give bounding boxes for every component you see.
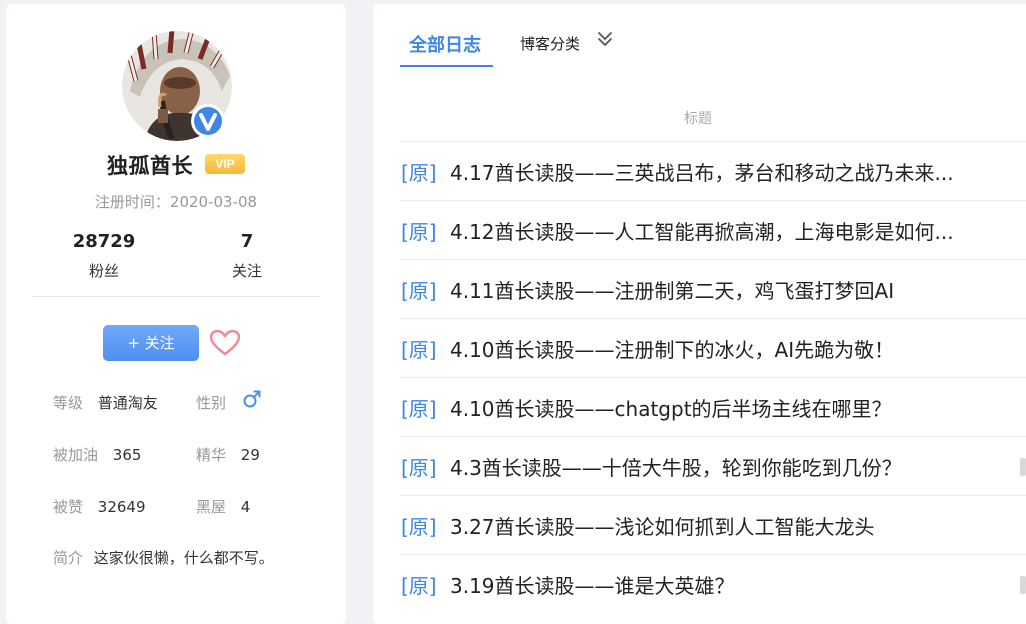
post-title-link[interactable]: 4.3酋长读股——十倍大牛股，轮到你能吃到几份？ — [450, 452, 995, 481]
level-value: 普通淘友 — [97, 394, 158, 412]
original-tag: [原] — [401, 161, 437, 185]
male-icon — [243, 390, 261, 408]
fans-stat[interactable]: 28729 粉丝 — [44, 231, 164, 281]
fans-label: 粉丝 — [88, 262, 119, 280]
verified-v-icon — [191, 104, 225, 138]
original-tag: [原] — [401, 220, 437, 244]
post-title-link[interactable]: 3.19酋长读股——谁是大英雄？ — [450, 570, 995, 599]
oil-value: 365 — [112, 446, 142, 464]
blog-list-panel: 全部日志 博客分类 标题 [原] 4.17酋长读股——三英战吕布，茅台和移动之战… — [373, 4, 1026, 624]
post-title-link[interactable]: 3.27酋长读股——浅论如何抓到人工智能大龙头 — [450, 511, 995, 540]
oil-key: 被加油 — [53, 446, 99, 464]
essence-value: 29 — [240, 446, 260, 464]
blackhouse-value: 4 — [240, 498, 251, 516]
post-row[interactable]: [原] 4.10酋长读股——chatgpt的后半场主线在哪里？ — [400, 377, 1026, 436]
blackhouse-row: 黑屋 4 — [196, 496, 250, 517]
oil-row: 被加油 365 — [53, 444, 141, 465]
gender-key: 性别 — [196, 394, 227, 412]
post-row[interactable]: [原] 4.3酋长读股——十倍大牛股，轮到你能吃到几份？ — [400, 436, 1026, 495]
post-title-link[interactable]: 4.12酋长读股——人工智能再掀高潮，上海电影是如何... — [450, 216, 995, 245]
original-tag: [原] — [401, 397, 437, 421]
profile-card: 独孤酋长 VIP 注册时间：2020-03-08 28729 粉丝 7 关注 +… — [6, 4, 346, 624]
post-list: [原] 4.17酋长读股——三英战吕布，茅台和移动之战乃未来... [原] 4.… — [400, 141, 1026, 613]
gender-row: 性别 — [196, 392, 226, 413]
column-header-title: 标题 — [684, 111, 712, 127]
tab-all-posts[interactable]: 全部日志 — [409, 31, 481, 57]
vip-badge: VIP — [205, 154, 245, 174]
intro-value: 这家伙很懒，什么都不写。 — [93, 549, 274, 567]
post-title-link[interactable]: 4.10酋长读股——chatgpt的后半场主线在哪里？ — [450, 393, 995, 422]
divider — [32, 296, 320, 297]
original-tag: [原] — [401, 279, 437, 303]
tab-active-underline — [400, 65, 493, 67]
original-tag: [原] — [401, 515, 437, 539]
scrollbar-mark[interactable] — [1020, 458, 1026, 476]
original-tag: [原] — [401, 338, 437, 362]
post-title-link[interactable]: 4.11酋长读股——注册制第二天，鸡飞蛋打梦回AI — [450, 275, 995, 304]
likes-key: 被赞 — [53, 498, 84, 516]
following-stat[interactable]: 7 关注 — [187, 231, 307, 281]
intro-row: 简介 这家伙很懒，什么都不写。 — [53, 547, 274, 568]
level-key: 等级 — [53, 394, 84, 412]
double-chevron-down-icon[interactable] — [597, 30, 613, 48]
blackhouse-key: 黑屋 — [196, 498, 227, 516]
avatar[interactable] — [122, 31, 232, 141]
original-tag: [原] — [401, 574, 437, 598]
post-row[interactable]: [原] 3.19酋长读股——谁是大英雄？ — [400, 554, 1026, 613]
follow-button[interactable]: + 关注 — [103, 325, 199, 361]
likes-value: 32649 — [97, 498, 146, 516]
intro-key: 简介 — [53, 549, 84, 567]
post-row[interactable]: [原] 4.17酋长读股——三英战吕布，茅台和移动之战乃未来... — [400, 141, 1026, 200]
post-title-link[interactable]: 4.17酋长读股——三英战吕布，茅台和移动之战乃未来... — [450, 157, 995, 186]
post-row[interactable]: [原] 4.10酋长读股——注册制下的冰火，AI先跪为敬！ — [400, 318, 1026, 377]
heart-icon[interactable] — [210, 330, 240, 356]
original-tag: [原] — [401, 456, 437, 480]
registration-time: 注册时间：2020-03-08 — [94, 193, 258, 211]
essence-row: 精华 29 — [196, 444, 260, 465]
fans-count: 28729 — [72, 231, 136, 252]
post-row[interactable]: [原] 3.27酋长读股——浅论如何抓到人工智能大龙头 — [400, 495, 1026, 554]
post-row[interactable]: [原] 4.12酋长读股——人工智能再掀高潮，上海电影是如何... — [400, 200, 1026, 259]
following-label: 关注 — [231, 262, 262, 280]
likes-row: 被赞 32649 — [53, 496, 146, 517]
user-name: 独孤酋长 — [107, 154, 193, 178]
level-row: 等级 普通淘友 — [53, 392, 158, 413]
essence-key: 精华 — [196, 446, 227, 464]
scrollbar-mark[interactable] — [1020, 576, 1026, 594]
following-count: 7 — [240, 231, 254, 252]
post-row[interactable]: [原] 4.11酋长读股——注册制第二天，鸡飞蛋打梦回AI — [400, 259, 1026, 318]
tab-blog-category[interactable]: 博客分类 — [520, 33, 580, 54]
post-title-link[interactable]: 4.10酋长读股——注册制下的冰火，AI先跪为敬！ — [450, 334, 995, 363]
